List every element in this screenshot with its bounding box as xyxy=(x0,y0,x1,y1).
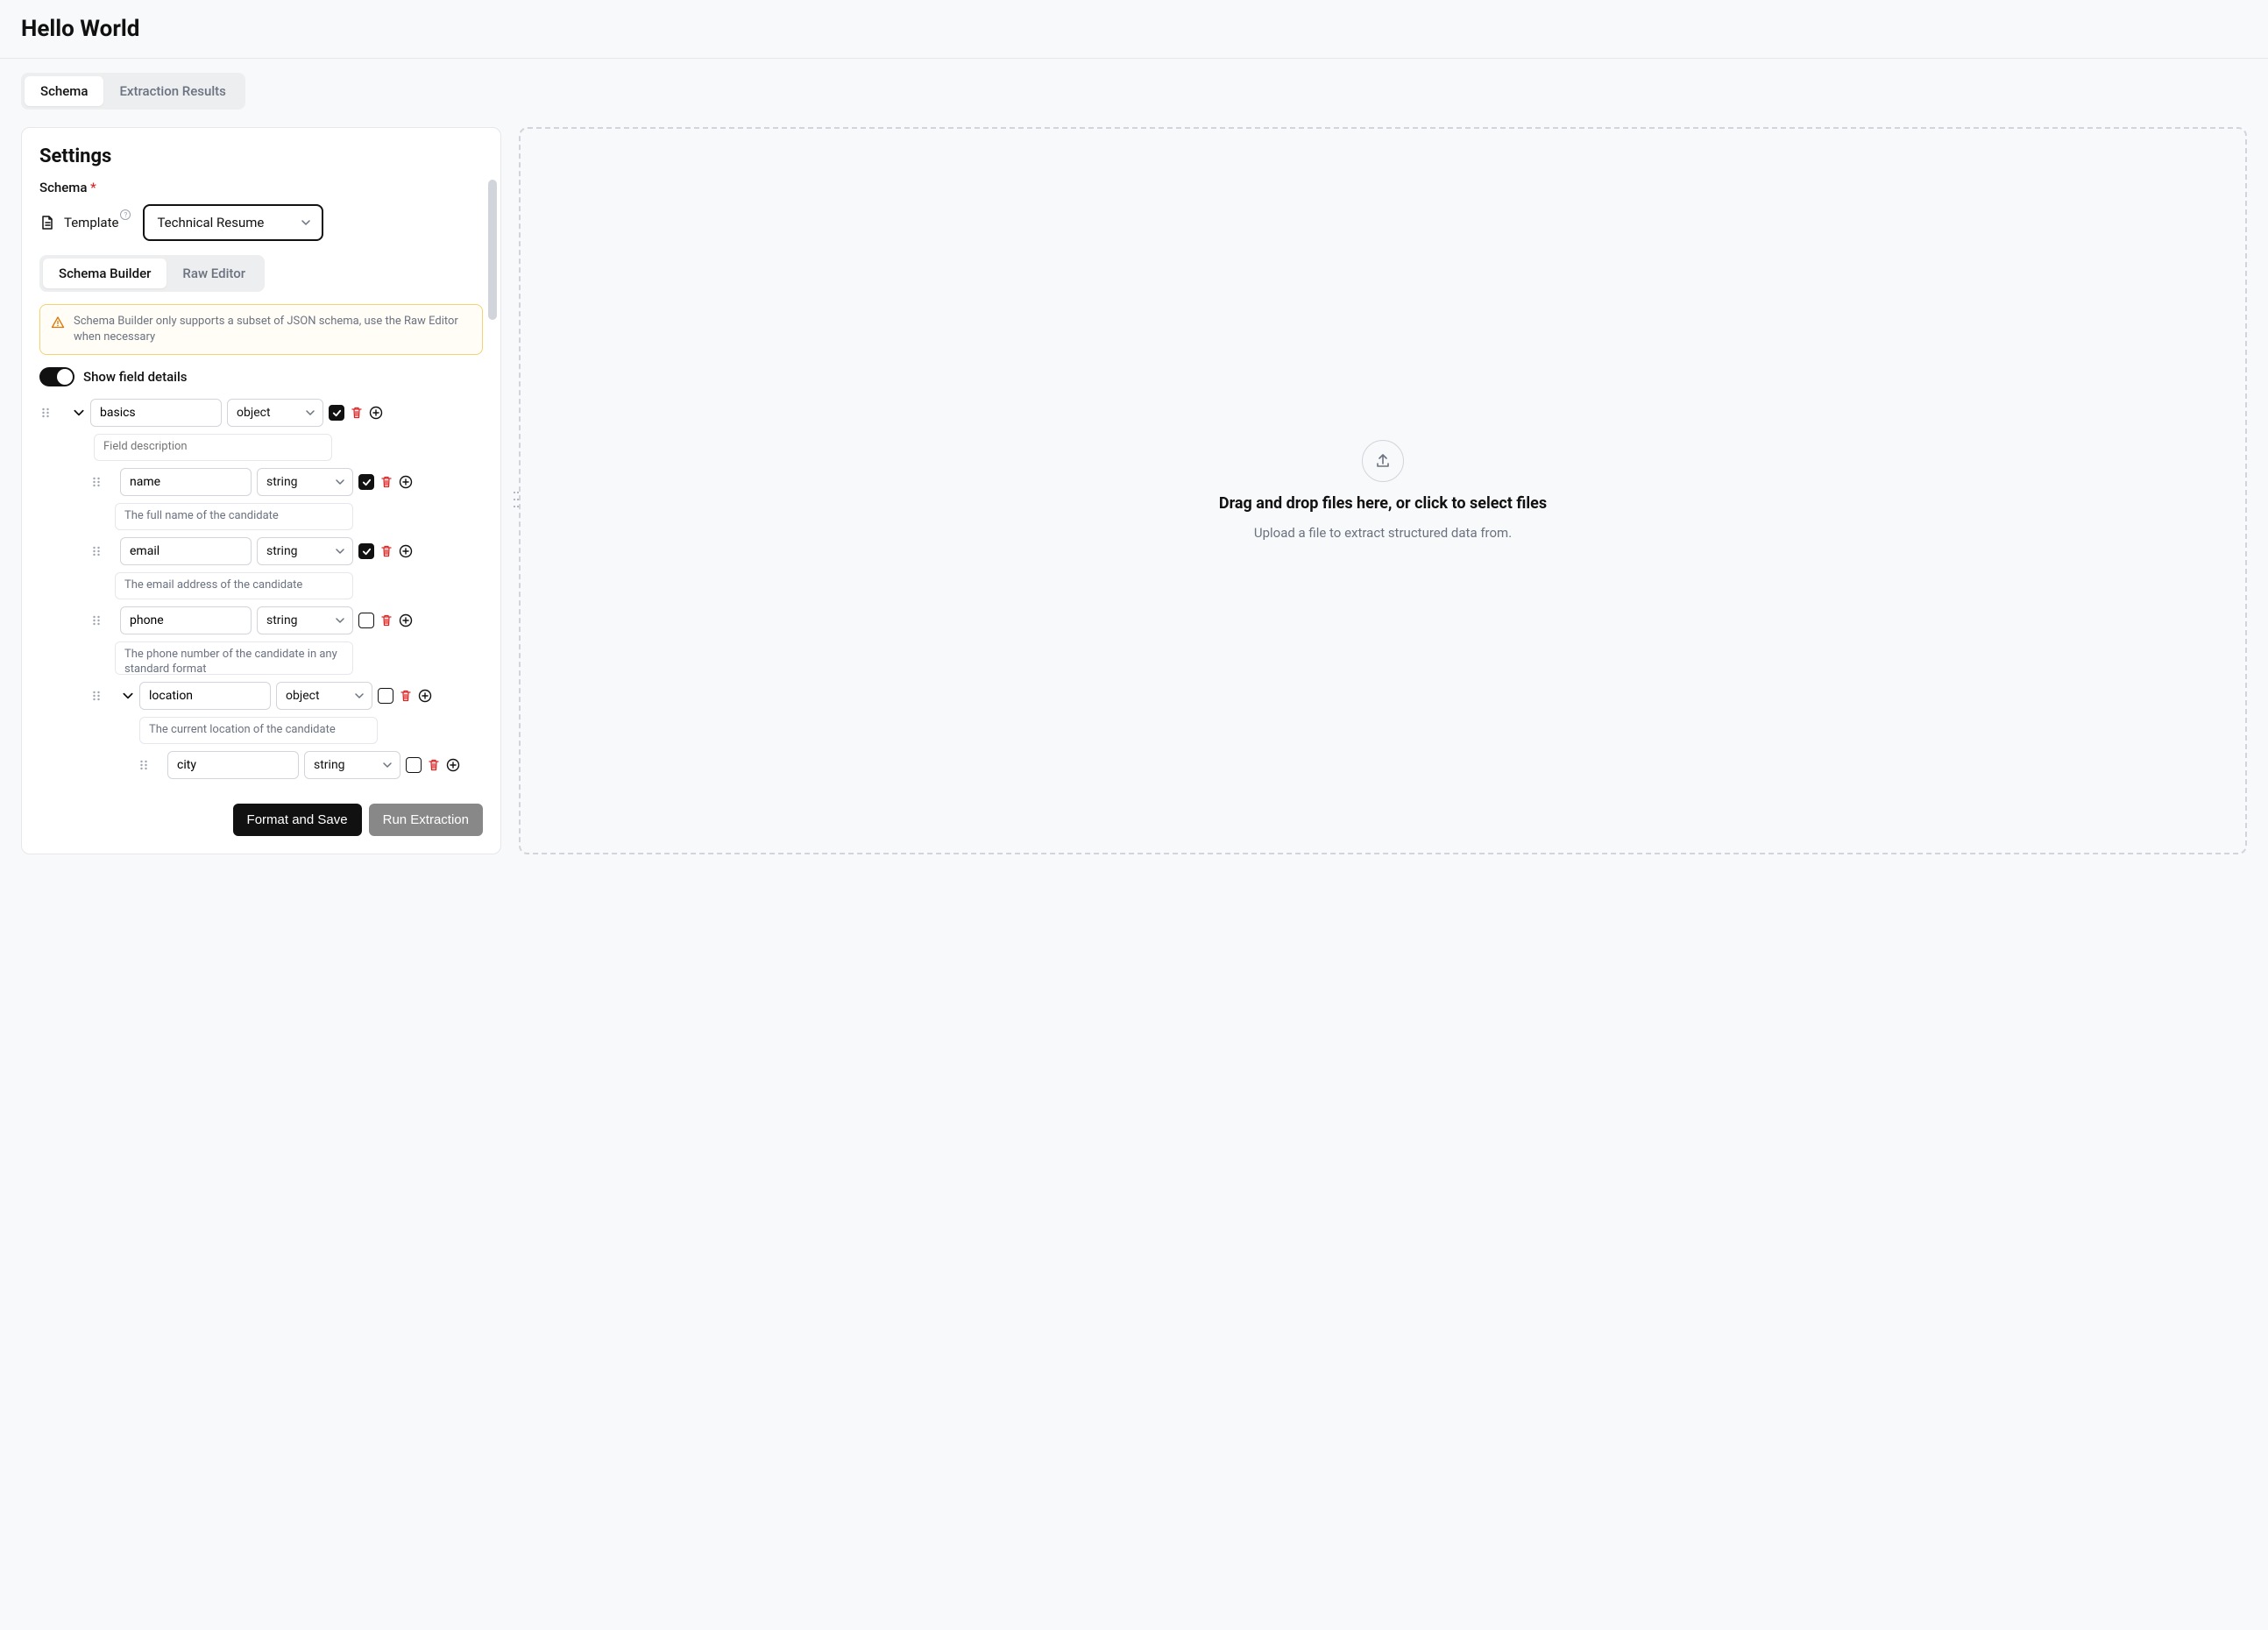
drag-handle-icon[interactable] xyxy=(90,476,103,488)
tab-raw-editor[interactable]: Raw Editor xyxy=(167,259,261,288)
tab-schema[interactable]: Schema xyxy=(25,76,103,106)
drag-handle-icon[interactable] xyxy=(90,545,103,557)
required-checkbox[interactable] xyxy=(358,613,374,628)
field-name-input[interactable] xyxy=(139,682,271,710)
field-type-select[interactable]: string xyxy=(257,537,353,565)
field-description-input[interactable] xyxy=(94,434,332,461)
required-asterisk: * xyxy=(90,180,96,195)
template-select[interactable]: Technical Resume xyxy=(143,204,323,241)
field-type-select[interactable]: string xyxy=(304,751,400,779)
field-name-input[interactable] xyxy=(120,537,252,565)
field-type-select[interactable]: string xyxy=(257,468,353,496)
field-name-input[interactable] xyxy=(120,606,252,634)
chevron-down-icon xyxy=(305,408,315,418)
field-description-input[interactable] xyxy=(115,503,353,530)
add-icon[interactable] xyxy=(369,406,383,420)
delete-icon[interactable] xyxy=(379,544,393,558)
page-header: Hello World xyxy=(0,0,2268,59)
main-tab-bar: Schema Extraction Results xyxy=(0,59,2268,117)
field-name-input[interactable] xyxy=(90,399,222,427)
tab-extraction-results[interactable]: Extraction Results xyxy=(103,76,241,106)
expand-chevron-icon[interactable] xyxy=(122,690,134,702)
check-icon xyxy=(362,547,372,556)
settings-panel: Settings Schema * Template ? Technical R… xyxy=(21,127,501,854)
field-type-select[interactable]: object xyxy=(227,399,323,427)
required-checkbox[interactable] xyxy=(358,474,374,490)
dropzone-title: Drag and drop files here, or click to se… xyxy=(1219,494,1547,513)
page-title: Hello World xyxy=(21,16,2247,42)
required-checkbox[interactable] xyxy=(378,688,393,704)
delete-icon[interactable] xyxy=(427,758,441,772)
drag-handle-icon[interactable] xyxy=(138,759,150,771)
check-icon xyxy=(332,408,342,418)
field-description-input[interactable] xyxy=(115,572,353,599)
add-icon[interactable] xyxy=(446,758,460,772)
check-icon xyxy=(362,478,372,487)
toggle-label: Show field details xyxy=(83,369,188,385)
required-checkbox[interactable] xyxy=(406,757,422,773)
help-icon[interactable]: ? xyxy=(120,209,131,220)
scrollbar[interactable] xyxy=(488,180,497,320)
required-checkbox[interactable] xyxy=(329,405,344,421)
settings-title: Settings xyxy=(22,145,500,180)
add-icon[interactable] xyxy=(399,544,413,558)
upload-icon-circle xyxy=(1362,440,1404,482)
delete-icon[interactable] xyxy=(379,475,393,489)
drag-handle-icon[interactable] xyxy=(39,407,52,419)
tab-schema-builder[interactable]: Schema Builder xyxy=(43,259,167,288)
field-name-input[interactable] xyxy=(167,751,299,779)
add-icon[interactable] xyxy=(399,475,413,489)
upload-icon xyxy=(1374,452,1392,470)
field-type-select[interactable]: object xyxy=(276,682,372,710)
chevron-down-icon xyxy=(382,760,393,770)
format-and-save-button[interactable]: Format and Save xyxy=(233,804,362,836)
delete-icon[interactable] xyxy=(379,613,393,627)
template-label: Template ? xyxy=(64,215,118,230)
chevron-down-icon xyxy=(335,477,345,487)
drag-handle-icon[interactable] xyxy=(90,690,103,702)
warning-banner: Schema Builder only supports a subset of… xyxy=(39,304,483,355)
document-icon xyxy=(39,214,55,231)
run-extraction-button[interactable]: Run Extraction xyxy=(369,804,483,836)
add-icon[interactable] xyxy=(418,689,432,703)
warning-icon xyxy=(51,315,65,330)
chevron-down-icon xyxy=(335,546,345,556)
required-checkbox[interactable] xyxy=(358,543,374,559)
delete-icon[interactable] xyxy=(399,689,413,703)
schema-section-label: Schema * xyxy=(22,180,500,204)
add-icon[interactable] xyxy=(399,613,413,627)
chevron-down-icon xyxy=(354,691,365,701)
field-type-select[interactable]: string xyxy=(257,606,353,634)
dropzone-subtitle: Upload a file to extract structured data… xyxy=(1254,525,1512,541)
field-name-input[interactable] xyxy=(120,468,252,496)
resize-handle-icon[interactable] xyxy=(514,483,519,499)
field-description-input[interactable] xyxy=(139,717,378,744)
delete-icon[interactable] xyxy=(350,406,364,420)
expand-chevron-icon[interactable] xyxy=(73,407,85,419)
show-field-details-toggle[interactable] xyxy=(39,367,74,386)
file-dropzone[interactable]: Drag and drop files here, or click to se… xyxy=(519,127,2247,854)
field-description-input[interactable]: The phone number of the candidate in any… xyxy=(115,641,353,675)
drag-handle-icon[interactable] xyxy=(90,614,103,627)
chevron-down-icon xyxy=(335,615,345,626)
warning-text: Schema Builder only supports a subset of… xyxy=(74,314,471,345)
chevron-down-icon xyxy=(301,217,311,228)
